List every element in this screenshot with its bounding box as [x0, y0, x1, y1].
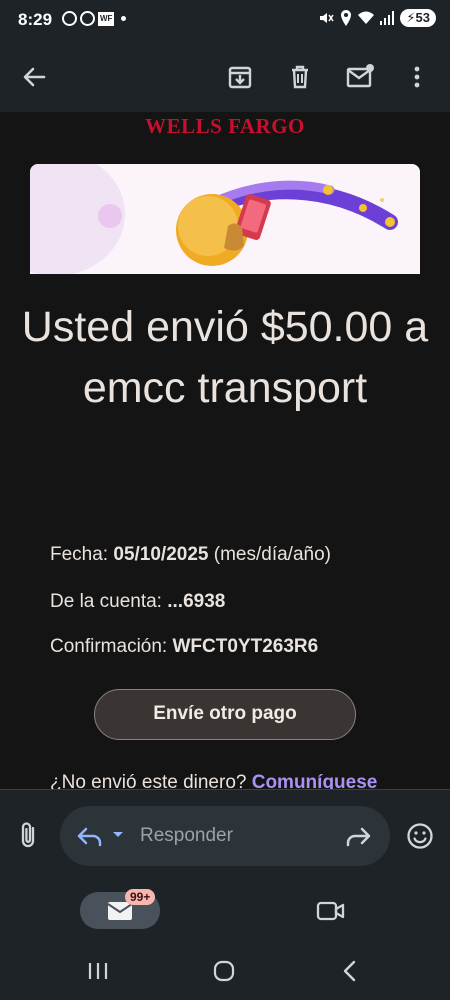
reply-input[interactable]: Responder — [60, 806, 390, 866]
battery-level: 53 — [415, 10, 430, 25]
email-body: WELLS FARGO Usted envió $50.00 a emcc tr… — [0, 112, 450, 792]
account-label: De la cuenta: — [50, 591, 162, 612]
attach-icon[interactable] — [16, 820, 42, 850]
send-another-payment-button[interactable]: Envíe otro pago — [94, 689, 356, 740]
reply-placeholder: Responder — [140, 825, 233, 846]
confirmation-label: Confirmación: — [50, 636, 168, 657]
battery-indicator: ⚡53 — [400, 9, 436, 27]
back-nav-icon[interactable] — [340, 960, 360, 982]
system-navigation — [0, 941, 450, 1000]
status-time: 8:29 — [18, 10, 53, 29]
forward-icon[interactable] — [344, 823, 372, 849]
notification-icons: WF — [62, 11, 127, 26]
account-value: ...6938 — [167, 591, 226, 612]
trash-icon[interactable] — [283, 60, 317, 94]
mark-unread-icon[interactable] — [343, 60, 377, 94]
date-label: Fecha: — [50, 544, 109, 565]
home-icon[interactable] — [212, 960, 236, 982]
confirmation-row: Confirmación: WFCT0YT263R6 — [50, 636, 318, 658]
reply-icon[interactable] — [76, 823, 104, 849]
recents-icon[interactable] — [85, 960, 111, 982]
date-format: (mes/día/año) — [213, 544, 331, 565]
payment-headline: Usted envió $50.00 a emcc transport — [21, 303, 429, 412]
reply-bar: Responder — [0, 789, 450, 882]
back-arrow-icon[interactable] — [17, 60, 51, 94]
whatsapp-business-icon — [80, 11, 95, 26]
archive-icon[interactable] — [223, 60, 257, 94]
payment-illustration — [30, 164, 420, 274]
bottom-navigation: 99+ — [0, 881, 450, 941]
status-bar: 8:29 WF ⚡53 — [0, 0, 450, 42]
more-vert-icon[interactable] — [400, 60, 434, 94]
dropdown-icon[interactable] — [112, 831, 124, 839]
confirmation-value: WFCT0YT263R6 — [172, 636, 319, 657]
mute-icon — [320, 13, 335, 23]
brand-logo: WELLS FARGO — [145, 114, 305, 138]
emoji-icon[interactable] — [406, 822, 434, 850]
location-icon — [341, 10, 352, 26]
whatsapp-icon — [62, 11, 77, 26]
video-icon[interactable] — [316, 900, 346, 922]
signal-icon — [380, 11, 395, 25]
system-status-icons: ⚡53 — [318, 9, 436, 27]
wells-fargo-notification-icon: WF — [98, 11, 115, 26]
date-row: Fecha: 05/10/2025 (mes/día/año) — [50, 544, 331, 566]
account-row: De la cuenta: ...6938 — [50, 591, 225, 613]
mail-badge: 99+ — [125, 889, 156, 905]
wifi-icon — [358, 11, 375, 24]
email-toolbar — [0, 42, 450, 112]
more-notifications-dot — [121, 16, 127, 21]
date-value: 05/10/2025 — [113, 544, 209, 565]
